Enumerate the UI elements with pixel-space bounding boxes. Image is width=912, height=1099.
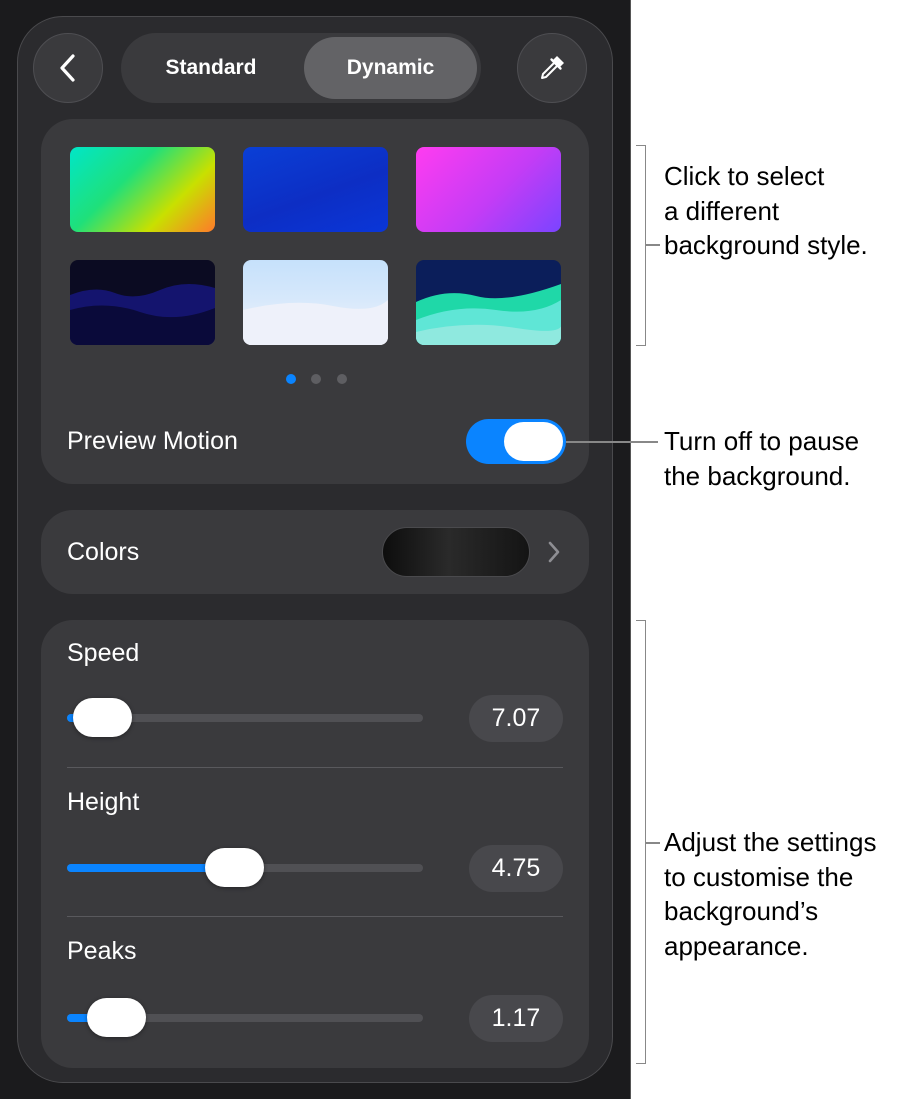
- speed-slider-thumb[interactable]: [73, 698, 133, 737]
- teal-hills-art: [416, 284, 561, 345]
- speed-slider[interactable]: [67, 698, 423, 737]
- styles-leader-line: [646, 244, 660, 246]
- callout-line: the background.: [664, 460, 851, 491]
- callout-settings: Adjust the settings to customise the bac…: [664, 825, 876, 963]
- style-swatch-teal-hills[interactable]: [416, 260, 561, 345]
- speed-value[interactable]: 7.07: [469, 695, 563, 742]
- peaks-slider[interactable]: [67, 998, 423, 1037]
- style-swatch-blue[interactable]: [243, 147, 388, 232]
- chevron-right-icon: [548, 541, 560, 563]
- page-indicator-dot-3[interactable]: [337, 374, 347, 384]
- callout-line: background’s: [664, 896, 819, 926]
- callout-preview-motion: Turn off to pause the background.: [664, 424, 859, 493]
- page-indicator-dot-2[interactable]: [311, 374, 321, 384]
- style-swatch-rainbow[interactable]: [70, 147, 215, 232]
- dark-hills-art: [70, 283, 215, 345]
- settings-bracket: [636, 620, 646, 1064]
- style-swatch-pale-blue[interactable]: [243, 260, 388, 345]
- callout-background-style: Click to select a different background s…: [664, 159, 868, 263]
- toggle-knob: [504, 422, 563, 461]
- chevron-left-icon: [60, 54, 75, 82]
- toggle-leader-line: [566, 441, 658, 443]
- divider: [67, 916, 563, 917]
- page-indicator-dot-1[interactable]: [286, 374, 296, 384]
- callout-line: background style.: [664, 230, 868, 260]
- peaks-label: Peaks: [67, 937, 137, 965]
- callout-line: a different: [664, 195, 780, 226]
- colors-preview-swatch[interactable]: [382, 527, 530, 577]
- settings-leader-line: [646, 842, 660, 844]
- height-slider[interactable]: [67, 848, 423, 887]
- preview-motion-toggle[interactable]: [466, 419, 566, 464]
- height-label: Height: [67, 788, 140, 816]
- eyedropper-icon: [541, 56, 564, 79]
- pale-hills-art: [243, 300, 388, 345]
- tab-standard[interactable]: Standard: [125, 37, 297, 99]
- callout-line: Adjust the settings: [664, 827, 877, 857]
- preview-motion-label: Preview Motion: [67, 427, 238, 455]
- callout-line: appearance.: [664, 930, 809, 961]
- eyedropper-button[interactable]: [517, 33, 587, 103]
- styles-bracket: [636, 145, 646, 346]
- peaks-value[interactable]: 1.17: [469, 995, 563, 1042]
- divider: [67, 767, 563, 768]
- callout-line: Turn off to pause: [664, 426, 860, 456]
- peaks-slider-thumb[interactable]: [87, 998, 147, 1037]
- callout-line: Click to select: [664, 161, 825, 191]
- tab-dynamic[interactable]: Dynamic: [304, 37, 477, 99]
- callout-line: to customise the: [664, 861, 854, 892]
- back-button[interactable]: [33, 33, 103, 103]
- style-swatch-dark-hills[interactable]: [70, 260, 215, 345]
- style-swatch-magenta[interactable]: [416, 147, 561, 232]
- style-segmented-control: Standard Dynamic: [121, 33, 481, 103]
- height-value[interactable]: 4.75: [469, 845, 563, 892]
- height-slider-thumb[interactable]: [204, 848, 264, 887]
- colors-label: Colors: [67, 538, 140, 566]
- speed-label: Speed: [67, 639, 140, 667]
